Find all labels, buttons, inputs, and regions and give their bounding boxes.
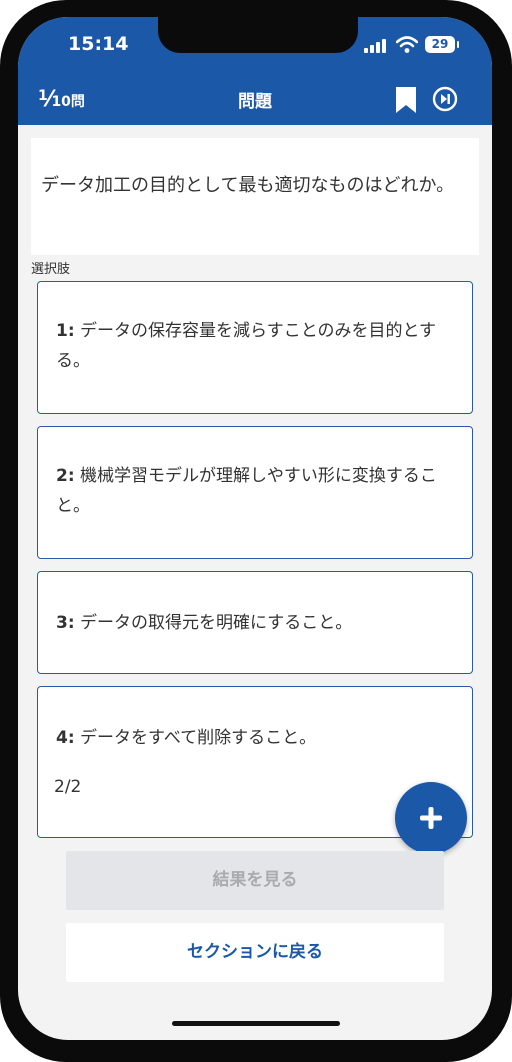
mute-switch bbox=[0, 130, 4, 170]
wifi-icon bbox=[396, 36, 418, 53]
choice-text: データをすべて削除すること。 bbox=[80, 728, 317, 748]
home-indicator[interactable] bbox=[172, 1021, 340, 1026]
plus-icon bbox=[420, 807, 442, 829]
choice-text: 機械学習モデルが理解しやすい形に変換すること。 bbox=[56, 466, 437, 516]
volume-up-button bbox=[0, 200, 4, 280]
choice-number: 2: bbox=[56, 466, 75, 486]
choice-number: 1: bbox=[56, 321, 75, 341]
app-screen: 15:14 29 1⁄10問 問題 データ加工の目的として最も適切なものはどれか… bbox=[18, 17, 492, 1040]
volume-down-button bbox=[0, 300, 4, 380]
skip-icon[interactable] bbox=[432, 86, 458, 112]
notch bbox=[158, 17, 358, 53]
choice-1[interactable]: 1: データの保存容量を減らすことのみを目的とする。 bbox=[37, 281, 473, 414]
header-bar: 15:14 29 1⁄10問 問題 bbox=[18, 17, 492, 125]
choice-text: データの取得元を明確にすること。 bbox=[80, 613, 353, 633]
phone-frame: 15:14 29 1⁄10問 問題 データ加工の目的として最も適切なものはどれか… bbox=[0, 0, 512, 1062]
question-text: データ加工の目的として最も適切なものはどれか。 bbox=[41, 175, 455, 196]
choice-number: 3: bbox=[56, 613, 75, 633]
page-title: 問題 bbox=[238, 92, 272, 112]
choice-2[interactable]: 2: 機械学習モデルが理解しやすい形に変換すること。 bbox=[37, 426, 473, 559]
page-indicator: 2/2 bbox=[54, 777, 82, 797]
choice-number: 4: bbox=[56, 728, 75, 748]
add-button[interactable] bbox=[395, 782, 467, 854]
bookmark-icon[interactable] bbox=[396, 87, 416, 113]
battery-indicator: 29 bbox=[425, 36, 455, 53]
choices-label: 選択肢 bbox=[31, 262, 71, 277]
status-time: 15:14 bbox=[68, 33, 129, 55]
choice-3[interactable]: 3: データの取得元を明確にすること。 bbox=[37, 571, 473, 674]
choice-text: データの保存容量を減らすことのみを目的とする。 bbox=[56, 321, 437, 371]
see-results-button[interactable]: 結果を見る bbox=[66, 851, 444, 910]
back-to-section-button[interactable]: セクションに戻る bbox=[66, 923, 444, 982]
battery-tip bbox=[457, 41, 459, 48]
signal-icon bbox=[364, 39, 386, 53]
power-button bbox=[508, 240, 512, 350]
question-card: データ加工の目的として最も適切なものはどれか。 bbox=[31, 138, 479, 255]
